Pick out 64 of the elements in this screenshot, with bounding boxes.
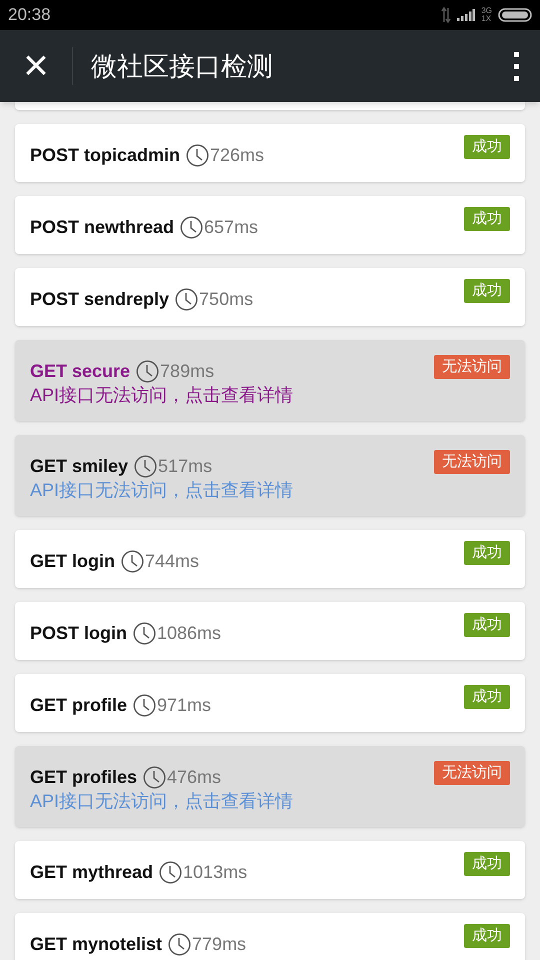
api-result-card[interactable]: GET profiles 476ms API接口无法访问，点击查看详情 无法访问	[15, 746, 525, 827]
api-result-card[interactable]: POST newthread 657ms 成功	[15, 196, 525, 254]
response-time: 789ms	[160, 360, 214, 383]
response-time: 779ms	[192, 933, 246, 956]
api-result-card[interactable]: GET mynotelist 779ms 成功	[15, 913, 525, 960]
battery-icon	[498, 8, 532, 22]
data-arrows-icon	[441, 7, 452, 23]
endpoint-name: POST topicadmin	[30, 144, 180, 167]
response-time: 744ms	[145, 550, 200, 573]
api-result-card[interactable]: GET smiley 517ms API接口无法访问，点击查看详情 无法访问	[15, 435, 525, 516]
clock-icon	[143, 766, 166, 788]
status-badge: 成功	[464, 207, 510, 231]
clock-icon	[159, 860, 182, 884]
response-time: 971ms	[157, 694, 212, 717]
endpoint-name: GET profiles	[30, 766, 138, 789]
status-badge: 成功	[464, 613, 510, 637]
clock-time: 20:38	[8, 4, 51, 26]
status-badge: 成功	[464, 852, 510, 876]
status-badge: 成功	[464, 541, 510, 565]
clock-icon	[133, 622, 156, 644]
signal-icon	[457, 9, 476, 21]
network-label: 1X	[481, 15, 492, 23]
endpoint-name: GET login	[30, 550, 115, 573]
api-result-card[interactable]: GET secure 789ms API接口无法访问，点击查看详情 无法访问	[15, 340, 525, 421]
api-result-card[interactable]: POST login 1086ms 成功	[15, 602, 525, 660]
response-time: 1013ms	[183, 861, 248, 884]
status-badge: 成功	[464, 135, 510, 159]
api-result-card[interactable]: POST topicadmin 726ms 成功	[15, 124, 525, 182]
endpoint-name: GET mynotelist	[30, 933, 162, 956]
endpoint-name: GET secure	[30, 360, 130, 383]
api-result-card[interactable]: POST sendreply 750ms 成功	[15, 268, 525, 326]
close-button[interactable]: ×	[0, 30, 72, 102]
endpoint-name: GET mythread	[30, 861, 154, 884]
endpoint-name: POST login	[30, 622, 127, 645]
api-result-card[interactable]: GET profile 971ms 成功	[15, 674, 525, 732]
response-time: 1086ms	[157, 622, 222, 645]
page-title: 微社区接口检测	[91, 50, 273, 82]
response-time: 476ms	[167, 766, 222, 789]
response-time: 726ms	[210, 144, 264, 167]
endpoint-name: POST sendreply	[30, 288, 170, 311]
clock-icon	[175, 288, 198, 310]
endpoint-name: GET smiley	[30, 455, 128, 478]
clock-icon	[168, 932, 192, 956]
response-time: 517ms	[158, 455, 212, 478]
status-badge: 成功	[464, 279, 510, 303]
status-badge: 无法访问	[434, 450, 510, 474]
status-badge: 成功	[464, 924, 510, 948]
status-badge: 无法访问	[434, 761, 510, 785]
status-badge: 无法访问	[434, 355, 510, 379]
clock-icon	[136, 360, 160, 382]
api-result-card[interactable]: GET login 744ms 成功	[15, 530, 525, 588]
clock-icon	[180, 216, 204, 238]
clock-icon	[121, 550, 144, 572]
endpoint-name: POST newthread	[30, 216, 174, 239]
api-result-card[interactable]: GET mythread 1013ms 成功	[15, 841, 525, 899]
clock-icon	[134, 454, 158, 478]
clock-icon	[186, 144, 210, 166]
response-time: 657ms	[204, 216, 258, 239]
error-details-link[interactable]: API接口无法访问，点击查看详情	[30, 383, 294, 407]
endpoint-name: GET profile	[30, 694, 128, 717]
response-time: 750ms	[199, 288, 254, 311]
clock-icon	[133, 694, 156, 716]
network-label: 3G	[481, 7, 492, 15]
status-badge: 成功	[464, 685, 510, 709]
